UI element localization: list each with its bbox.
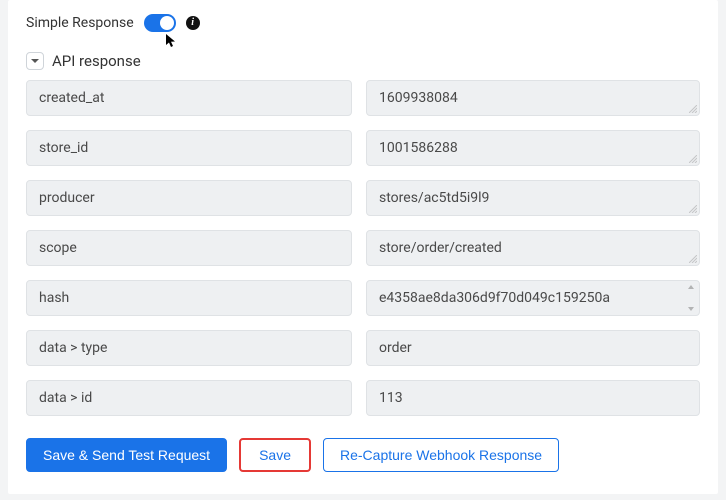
key-field[interactable]: scope bbox=[26, 230, 352, 266]
resize-handle-icon[interactable] bbox=[689, 255, 697, 263]
scroll-indicator[interactable] bbox=[686, 285, 696, 311]
key-field[interactable]: data > id bbox=[26, 380, 352, 416]
value-text: stores/ac5td5i9l9 bbox=[379, 190, 489, 206]
value-text: 1609938084 bbox=[379, 90, 458, 106]
value-text: order bbox=[379, 340, 412, 356]
key-field[interactable]: producer bbox=[26, 180, 352, 216]
key-field[interactable]: hash bbox=[26, 280, 352, 316]
value-text: 1001586288 bbox=[379, 140, 458, 156]
save-button[interactable]: Save bbox=[239, 438, 311, 472]
info-icon[interactable]: i bbox=[186, 16, 200, 30]
save-send-test-button[interactable]: Save & Send Test Request bbox=[26, 438, 227, 472]
kv-row: hash e4358ae8da306d9f70d049c159250a bbox=[26, 280, 700, 316]
value-field[interactable]: order bbox=[366, 330, 700, 366]
kv-row: created_at 1609938084 bbox=[26, 80, 700, 116]
simple-response-label: Simple Response bbox=[26, 15, 134, 31]
simple-response-row: Simple Response i bbox=[26, 12, 700, 36]
resize-handle-icon[interactable] bbox=[689, 105, 697, 113]
scroll-down-icon bbox=[688, 307, 694, 311]
value-field[interactable]: e4358ae8da306d9f70d049c159250a bbox=[366, 280, 700, 316]
value-text: store/order/created bbox=[379, 240, 502, 256]
value-field[interactable]: 113 bbox=[366, 380, 700, 416]
value-field[interactable]: 1609938084 bbox=[366, 80, 700, 116]
kv-row: producer stores/ac5td5i9l9 bbox=[26, 180, 700, 216]
value-field[interactable]: 1001586288 bbox=[366, 130, 700, 166]
collapse-button[interactable] bbox=[26, 52, 44, 70]
simple-response-toggle[interactable] bbox=[144, 14, 176, 32]
chevron-down-icon bbox=[30, 56, 40, 66]
value-text: e4358ae8da306d9f70d049c159250a bbox=[379, 290, 610, 306]
value-field[interactable]: stores/ac5td5i9l9 bbox=[366, 180, 700, 216]
toggle-knob bbox=[160, 16, 174, 30]
key-field[interactable]: data > type bbox=[26, 330, 352, 366]
key-field[interactable]: store_id bbox=[26, 130, 352, 166]
value-field[interactable]: store/order/created bbox=[366, 230, 700, 266]
resize-handle-icon[interactable] bbox=[689, 205, 697, 213]
scroll-up-icon bbox=[688, 285, 694, 289]
kv-row: scope store/order/created bbox=[26, 230, 700, 266]
kv-row: data > id 113 bbox=[26, 380, 700, 416]
kv-row: store_id 1001586288 bbox=[26, 130, 700, 166]
key-field[interactable]: created_at bbox=[26, 80, 352, 116]
kv-row: data > type order bbox=[26, 330, 700, 366]
resize-handle-icon[interactable] bbox=[689, 155, 697, 163]
api-response-section-header: API response bbox=[26, 52, 700, 70]
action-buttons: Save & Send Test Request Save Re-Capture… bbox=[26, 438, 700, 472]
api-response-title: API response bbox=[52, 52, 141, 70]
recapture-webhook-button[interactable]: Re-Capture Webhook Response bbox=[323, 438, 559, 472]
value-text: 113 bbox=[379, 390, 403, 406]
response-fields: created_at 1609938084 store_id 100158628… bbox=[26, 80, 700, 416]
